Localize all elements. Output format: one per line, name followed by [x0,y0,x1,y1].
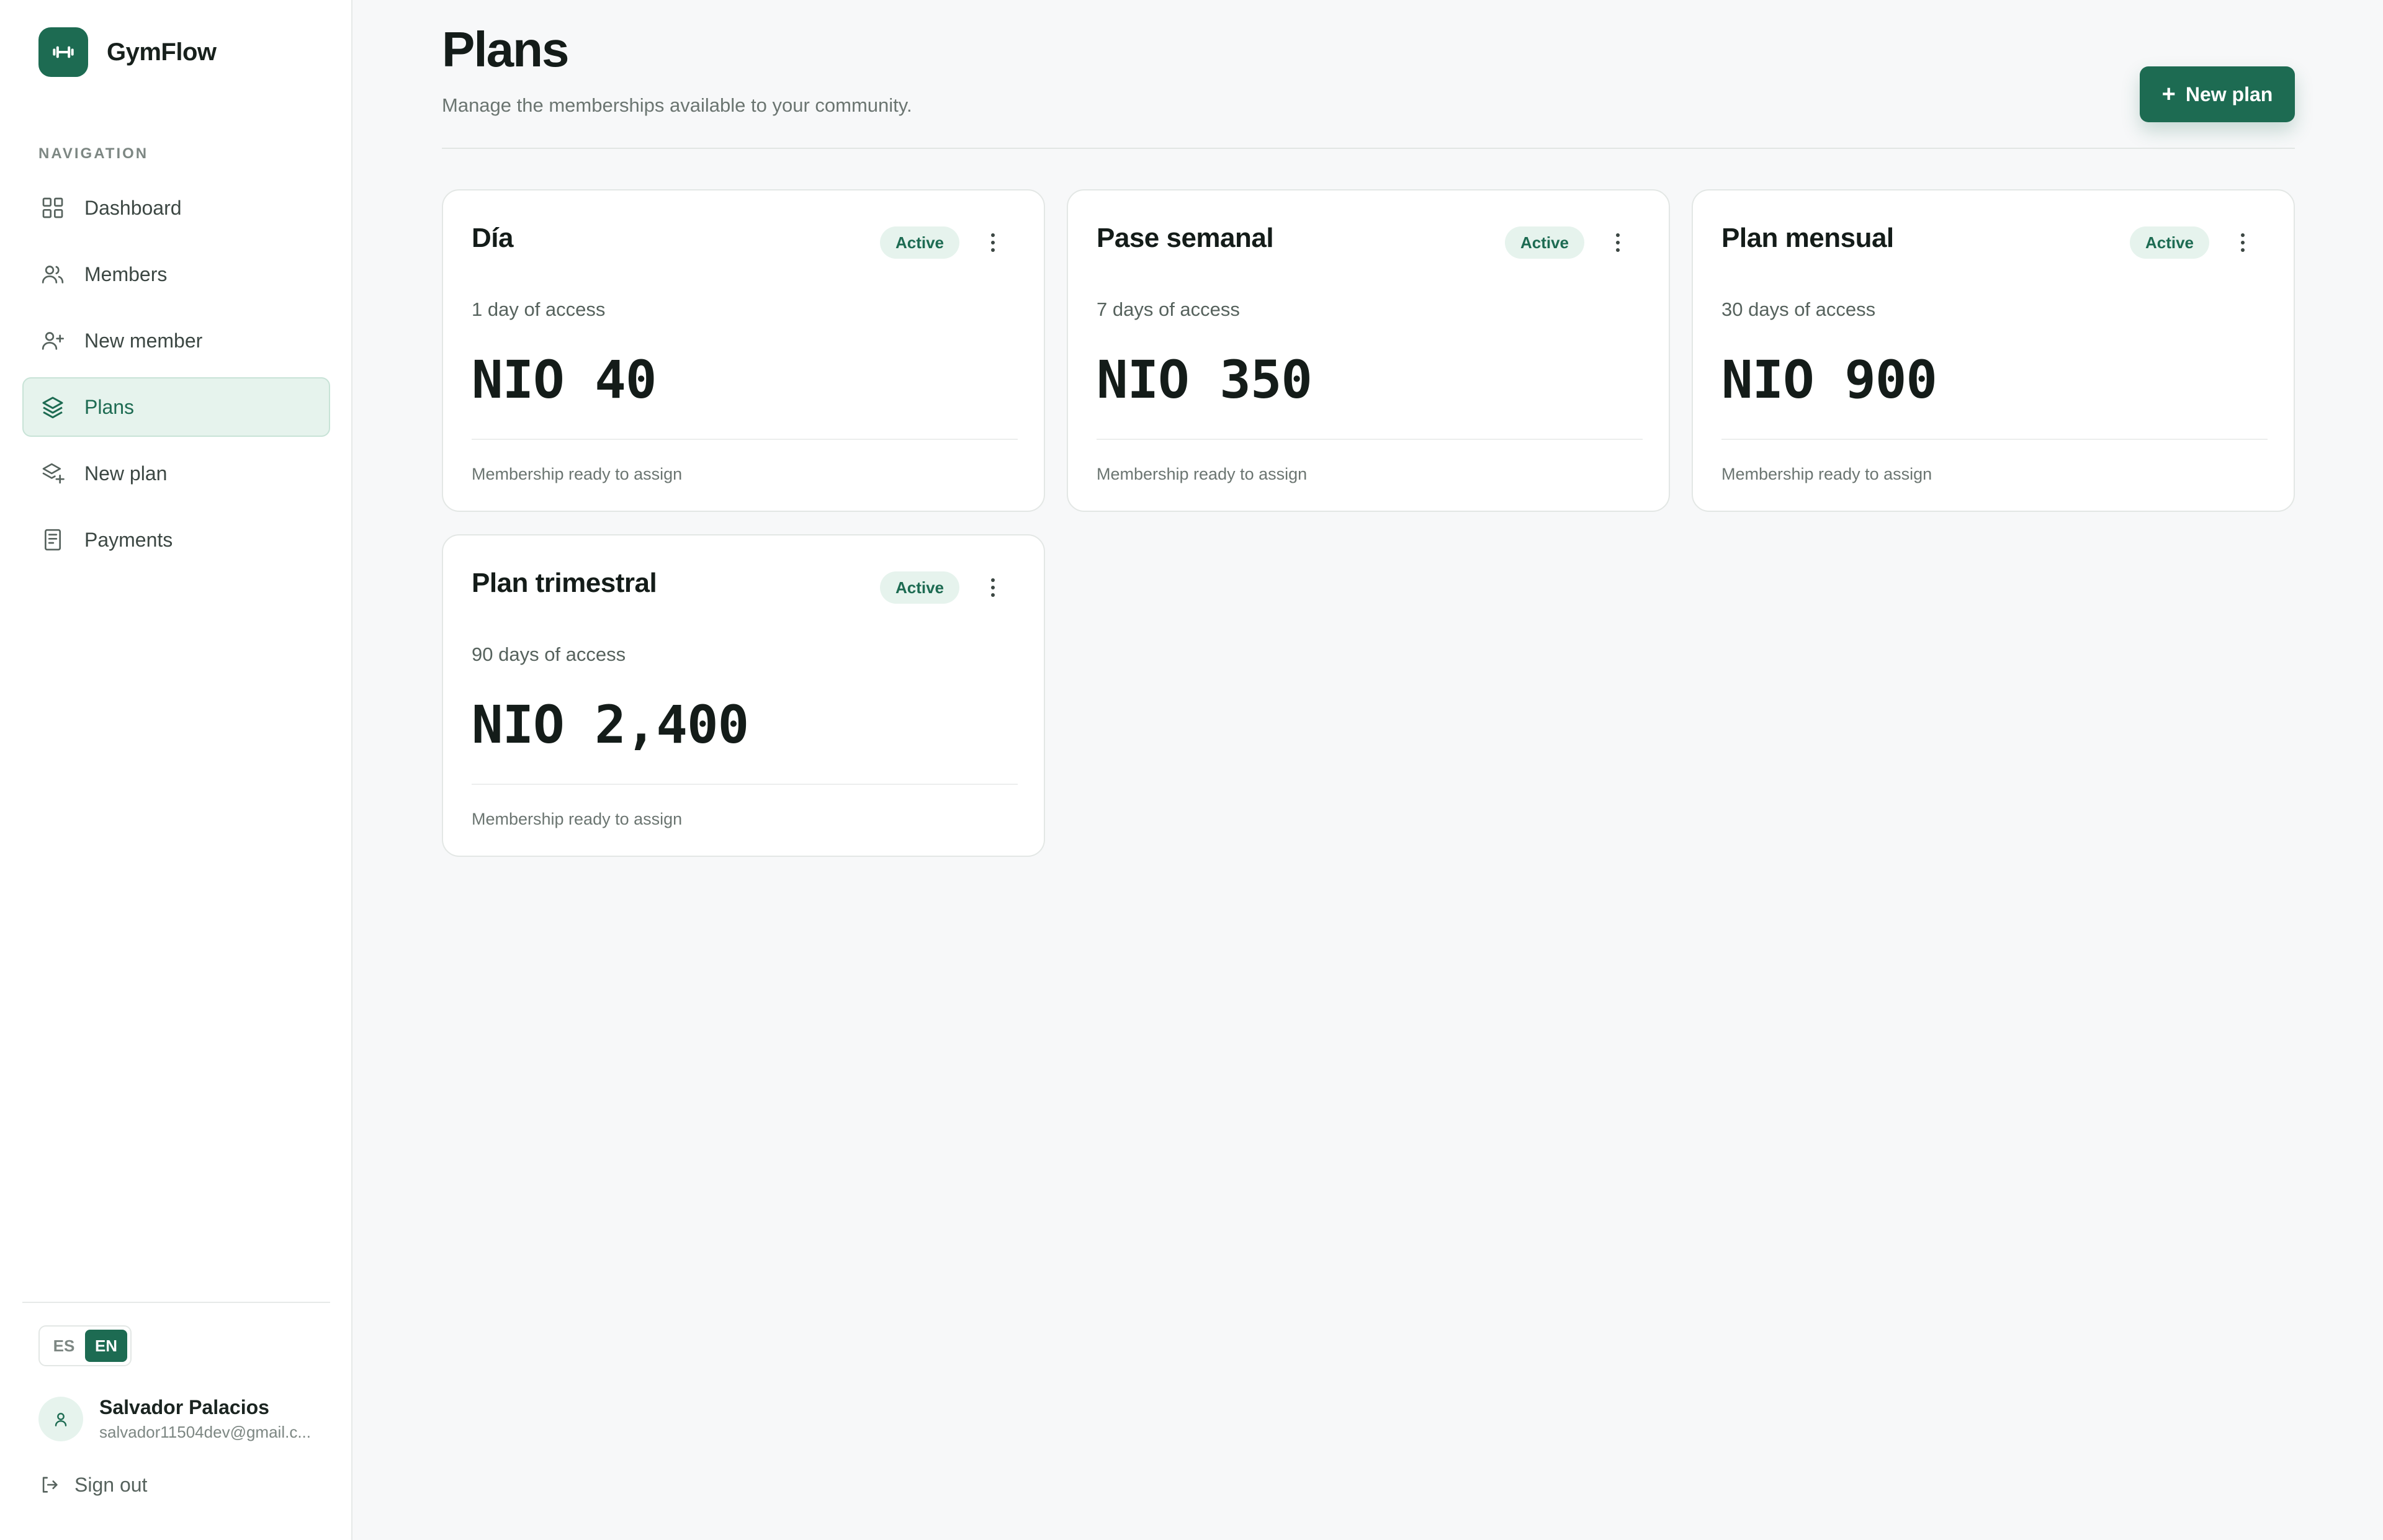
sidebar-item-label: New member [84,329,203,352]
plan-footer: Membership ready to assign [472,810,683,828]
user-plus-icon [40,328,66,354]
sign-out-button[interactable]: Sign out [38,1472,147,1498]
card-divider [472,439,1018,440]
plan-name: Plan mensual [1721,223,1894,253]
plan-duration: 1 day of access [472,298,606,320]
sidebar-item-label: Members [84,262,168,285]
more-options-icon[interactable] [2230,229,2255,256]
plan-card[interactable]: Día Active 1 day of access NIO 40 Member… [442,189,1045,512]
plan-footer: Membership ready to assign [1097,465,1308,483]
header-divider [442,148,2295,149]
user-name: Salvador Palacios [99,1396,269,1418]
sidebar-item-label: Dashboard [84,196,182,219]
plan-price: NIO 350 [1097,349,1313,410]
plus-icon: + [2161,81,2176,107]
plan-name: Plan trimestral [472,568,657,598]
more-options-icon[interactable] [981,574,1005,601]
sidebar-divider [22,1302,330,1303]
plan-duration: 90 days of access [472,643,626,665]
sidebar-item-label: Payments [84,528,173,551]
brand-name: GymFlow [107,38,217,66]
card-divider [472,784,1018,785]
status-badge: Active [880,571,959,604]
more-options-icon[interactable] [1605,229,1630,256]
new-plan-button[interactable]: + New plan [2140,66,2295,122]
users-icon [40,261,66,287]
user-icon [38,1397,83,1441]
sidebar-item-payments[interactable]: Payments [22,510,330,570]
layers-icon [40,394,66,420]
plan-card[interactable]: Plan mensual Active 30 days of access NI… [1692,189,2295,512]
nav-heading: NAVIGATION [38,145,149,162]
dumbbell-icon [38,27,88,77]
new-plan-button-label: New plan [2185,83,2273,105]
plan-name: Pase semanal [1097,223,1274,253]
plan-footer: Membership ready to assign [472,465,683,483]
sidebar-item-new-plan[interactable]: New plan [22,444,330,503]
language-toggle: ES EN [38,1325,132,1366]
status-badge: Active [880,226,959,259]
sidebar-item-plans[interactable]: Plans [22,377,330,437]
receipt-icon [40,527,66,553]
plan-card[interactable]: Plan trimestral Active 90 days of access… [442,534,1045,857]
page-title: Plans [442,22,569,77]
plan-price: NIO 2,400 [472,694,749,755]
plan-duration: 30 days of access [1721,298,1876,320]
plan-footer: Membership ready to assign [1721,465,1932,483]
more-options-icon[interactable] [981,229,1005,256]
grid-icon [40,195,66,221]
sign-out-label: Sign out [74,1473,148,1496]
sidebar-item-members[interactable]: Members [22,244,330,304]
status-badge: Active [1505,226,1584,259]
nav-list: Dashboard Members New member Plans New p… [22,178,330,576]
sidebar-item-dashboard[interactable]: Dashboard [22,178,330,238]
card-divider [1721,439,2268,440]
plan-card[interactable]: Pase semanal Active 7 days of access NIO… [1067,189,1670,512]
language-en-button[interactable]: EN [85,1330,127,1362]
user-profile: Salvador Palacios salvador11504dev@gmail… [38,1396,329,1442]
sidebar: GymFlow NAVIGATION Dashboard Members New… [0,0,352,1540]
brand[interactable]: GymFlow [38,27,217,77]
sidebar-item-label: Plans [84,395,135,418]
plan-name: Día [472,223,513,253]
page-subtitle: Manage the memberships available to your… [442,94,912,116]
status-badge: Active [2130,226,2209,259]
plan-price: NIO 40 [472,349,657,410]
plan-price: NIO 900 [1721,349,1937,410]
logout-icon [38,1472,61,1498]
card-divider [1097,439,1643,440]
user-email: salvador11504dev@gmail.c... [99,1423,311,1441]
sidebar-item-new-member[interactable]: New member [22,311,330,370]
layers-plus-icon [40,460,66,486]
plan-duration: 7 days of access [1097,298,1240,320]
language-es-button[interactable]: ES [43,1330,85,1362]
sidebar-item-label: New plan [84,462,168,485]
